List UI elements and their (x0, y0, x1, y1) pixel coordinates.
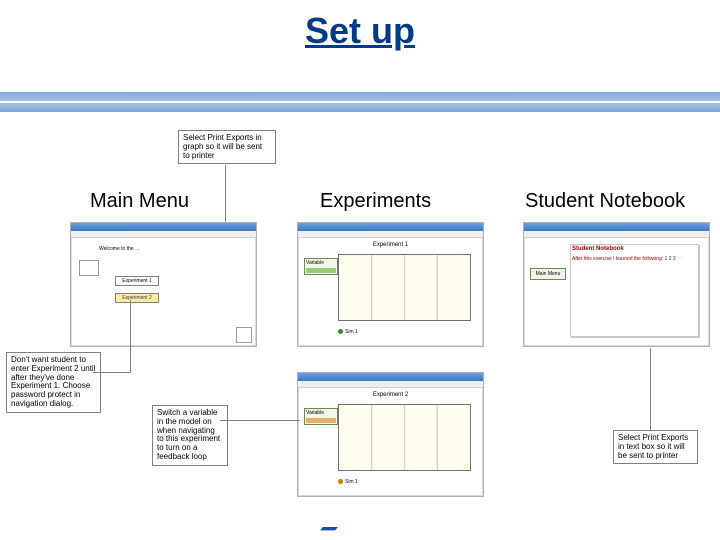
connector-line (130, 300, 131, 372)
notebook-main-button: Main Menu (530, 268, 566, 280)
divider-band (0, 92, 720, 112)
mm-btn-exp1: Experiment 1 (115, 276, 159, 286)
callout-print-graph: Select Print Exports in graph so it will… (178, 130, 276, 164)
column-header-notebook: Student Notebook (525, 190, 685, 213)
exp1-plot (338, 254, 471, 321)
connector-line (93, 372, 131, 373)
exp2-title: Experiment 2 (298, 392, 483, 398)
connector-line (650, 348, 651, 430)
column-header-experiments: Experiments (320, 190, 431, 213)
connector-line (225, 165, 226, 225)
footer-logo: ▰▰▰ (320, 523, 335, 534)
thumb-student-notebook: Student Notebook After this exercise I l… (523, 222, 710, 347)
mm-corner-box (236, 327, 252, 343)
mm-heading: Welcome to the ... (99, 246, 139, 252)
callout-print-text: Select Print Exports in text box so it w… (613, 430, 698, 464)
column-header-main: Main Menu (90, 190, 189, 213)
callout-password-protect: Don't want student to enter Experiment 2… (6, 352, 101, 413)
thumb-experiment-2: Experiment 2 Variable Sim 1 (297, 372, 484, 497)
exp1-series: Sim 1 (338, 329, 358, 335)
exp2-plot (338, 404, 471, 471)
callout-switch-variable: Switch a variable in the model on when n… (152, 405, 228, 466)
exp1-title: Experiment 1 (298, 242, 483, 248)
thumb-main-menu: Welcome to the ... Experiment 1 Experime… (70, 222, 257, 347)
thumb-experiment-1: Experiment 1 Variable Sim 1 (297, 222, 484, 347)
mm-placeholder-box (79, 260, 99, 276)
mm-btn-exp2: Experiment 2 (115, 293, 159, 303)
notebook-title: Student Notebook (572, 246, 624, 252)
connector-line (220, 420, 300, 421)
notebook-subtitle: After this exercise I learned the follow… (572, 256, 676, 262)
exp1-variable-box: Variable (304, 258, 338, 275)
exp2-variable-box: Variable (304, 408, 338, 425)
slide-title: Set up (0, 10, 720, 52)
exp2-series: Sim 1 (338, 479, 358, 485)
